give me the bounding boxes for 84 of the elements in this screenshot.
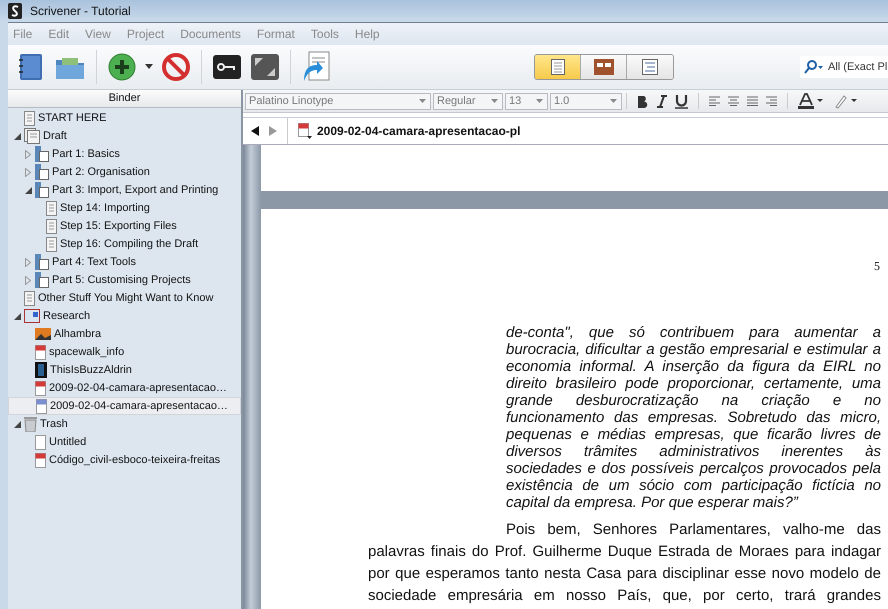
pdf-file-icon[interactable]: [298, 123, 312, 139]
corkboard-icon: [594, 59, 614, 75]
collapse-triangle-icon[interactable]: [14, 132, 20, 140]
blank-page-icon: [35, 434, 46, 450]
view-mode-tab[interactable]: [535, 55, 581, 79]
binder-item[interactable]: Step 15: Exporting Files: [8, 217, 241, 235]
folder-document-icon: [35, 272, 49, 288]
view-mode-tab[interactable]: [627, 55, 673, 79]
folder-document-icon: [35, 146, 49, 162]
document-arrow-icon[interactable]: [301, 51, 331, 83]
line-spacing-dropdown[interactable]: 1.0: [550, 92, 622, 110]
web-file-icon: [36, 398, 47, 414]
binder-item[interactable]: Part 5: Customising Projects: [8, 271, 241, 289]
window-title: Scrivener - Tutorial: [30, 4, 131, 18]
collapse-triangle-icon[interactable]: [14, 312, 20, 320]
text-page-icon: [46, 236, 57, 252]
justify-icon[interactable]: [747, 96, 758, 106]
italic-icon[interactable]: [657, 94, 667, 108]
quote-paragraph: de-conta", que só contribuem para aumentar a burocracia, dificultar a gestão empresarial e estimular a economia informal. A inserção da figura da EIRL no direito brasileiro pode proporcionar, certamente, uma grande desburocratização na criação e no funcionamento das empresas. Sobretudo das micro, pequenas e médias empresas, que ficarão livres de diversos trâmites administrativos inerentes às sociedades e dos possíveis percalços provocados pela existência de um sócio com participação fictícia no capital da empresa. Por que esperar mais?”: [506, 324, 881, 511]
outline-icon: [642, 59, 658, 75]
binder-item[interactable]: 2009-02-04-camara-apresentacao…: [8, 379, 241, 397]
dropdown-caret-icon: [419, 99, 426, 103]
binder-item[interactable]: Part 4: Text Tools: [8, 253, 241, 271]
align-right-icon[interactable]: [766, 96, 777, 106]
binder-item[interactable]: Other Stuff You Might Want to Know: [8, 289, 241, 307]
text-page-icon: [24, 290, 35, 306]
key-icon[interactable]: [212, 52, 242, 82]
binder-item[interactable]: Part 1: Basics: [8, 145, 241, 163]
binder-item[interactable]: Draft: [8, 127, 241, 145]
collapse-triangle-icon[interactable]: [14, 420, 20, 428]
binder-header: Binder: [8, 90, 241, 108]
text-page-icon: [46, 218, 57, 234]
film-icon: [35, 362, 47, 378]
image-icon: [35, 328, 51, 340]
view-mode-tab[interactable]: [581, 55, 627, 79]
document-title: 2009-02-04-camara-apresentacao-pl: [317, 124, 520, 138]
binder-item[interactable]: Part 2: Organisation: [8, 163, 241, 181]
folder-document-icon: [35, 182, 49, 198]
add-icon[interactable]: [107, 52, 137, 82]
style-dropdown[interactable]: Regular: [433, 92, 503, 110]
binder-item[interactable]: Trash: [8, 415, 241, 433]
font-dropdown[interactable]: Palatino Linotype: [245, 92, 431, 110]
binder-item[interactable]: 2009-02-04-camara-apresentacao…: [8, 397, 241, 415]
forward-arrow-icon[interactable]: [269, 126, 277, 136]
text-page-icon: [46, 200, 57, 216]
research-icon: [24, 309, 40, 323]
pdf-file-icon: [35, 344, 46, 360]
binder-item[interactable]: Step 16: Compiling the Draft: [8, 235, 241, 253]
underline-icon[interactable]: [675, 94, 688, 108]
pdf-file-icon: [35, 380, 46, 396]
dropdown-caret-icon[interactable]: [145, 64, 153, 70]
binder-item[interactable]: Untitled: [8, 433, 241, 451]
folder-document-icon: [35, 254, 49, 270]
text-color-icon[interactable]: [798, 93, 824, 109]
dropdown-caret-icon: [536, 99, 543, 103]
pdf-file-icon: [35, 452, 46, 468]
size-dropdown[interactable]: 13: [505, 92, 548, 110]
binder-item[interactable]: Part 3: Import, Export and Printing: [8, 181, 241, 199]
page-icon: [550, 59, 564, 75]
dropdown-caret-icon: [610, 99, 617, 103]
stacked-pages-icon: [24, 128, 40, 144]
folder-document-icon: [35, 164, 49, 180]
no-entry-icon[interactable]: [161, 52, 191, 82]
app-icon: [8, 3, 22, 19]
collapse-triangle-icon[interactable]: [24, 186, 32, 194]
binder-item[interactable]: START HERE: [8, 109, 241, 127]
body-paragraph: Pois bem, Senhores Parlamentares, valho-me das palavras finais do Prof. Guilherme Duque Estrada de Moraes para indagar por que esperamos tanto nesta Casa para disciplinar esse novo modelo de sociedade empresária em nosso País, que, por certo, trará grandes: [368, 520, 881, 606]
binder-item[interactable]: Código_civil-esboco-teixeira-freitas: [8, 451, 241, 469]
binder-item[interactable]: Research: [8, 307, 241, 325]
binder-item[interactable]: ThisIsBuzzAldrin: [8, 361, 241, 379]
align-left-icon[interactable]: [709, 96, 720, 106]
binder-item[interactable]: Alhambra: [8, 325, 241, 343]
text-page-icon: [24, 110, 35, 126]
page-number: 5: [873, 259, 881, 274]
search-field[interactable]: All (Exact Pl: [826, 56, 888, 78]
bold-icon[interactable]: [637, 94, 649, 108]
search-icon[interactable]: [800, 56, 826, 78]
back-arrow-icon[interactable]: [251, 126, 259, 136]
binder-item[interactable]: spacewalk_info: [8, 343, 241, 361]
dropdown-caret-icon: [491, 99, 498, 103]
fullscreen-icon[interactable]: [250, 52, 280, 82]
binder-item[interactable]: Step 14: Importing: [8, 199, 241, 217]
align-center-icon[interactable]: [728, 96, 739, 106]
trash-icon: [24, 416, 37, 432]
